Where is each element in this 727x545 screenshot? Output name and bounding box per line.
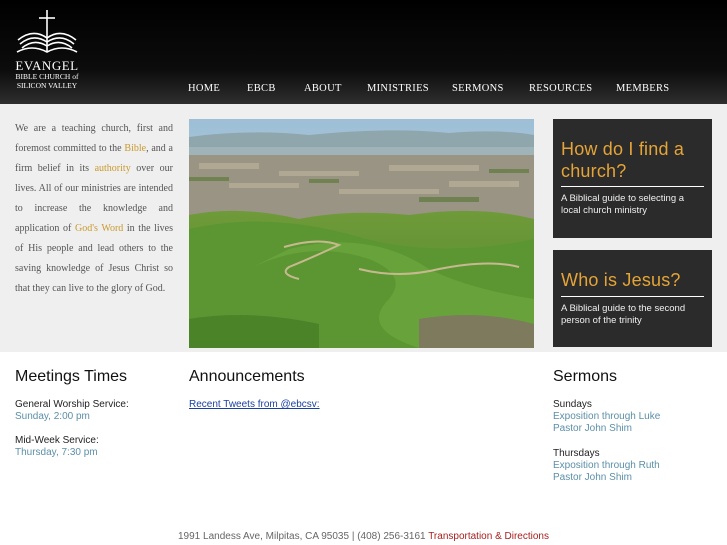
promo-title: How do I find a church? <box>561 139 685 181</box>
promo-who-is-jesus[interactable]: Who is Jesus? A Biblical guide to the se… <box>553 250 712 347</box>
mission-statement: We are a teaching church, first and fore… <box>15 119 173 299</box>
general-service-time: Sunday, 2:00 pm <box>15 411 90 422</box>
sermon-ruth-link[interactable]: Exposition through Ruth <box>553 460 660 473</box>
promo-divider <box>561 296 704 297</box>
general-service-label: General Worship Service: <box>15 399 129 410</box>
promo-title: Who is Jesus? <box>561 270 681 290</box>
sermon-thursday-label: Thursdays <box>553 448 600 459</box>
midweek-service-time: Thursday, 7:30 pm <box>15 447 98 458</box>
sermon-sunday-label: Sundays <box>553 399 592 410</box>
nav-resources[interactable]: RESOURCES <box>529 83 592 94</box>
nav-sermons[interactable]: SERMONS <box>452 83 504 94</box>
promo-find-church[interactable]: How do I find a church? A Biblical guide… <box>553 119 712 238</box>
recent-tweets-link[interactable]: Recent Tweets from @ebcsv: <box>189 399 320 412</box>
nav-ebcb[interactable]: EBCB <box>247 83 276 94</box>
promo-divider <box>561 186 704 187</box>
site-header: EVANGEL BIBLE CHURCH of SILICON VALLEY H… <box>0 0 727 104</box>
bible-link[interactable]: Bible <box>124 143 146 154</box>
gods-word-link[interactable]: God's Word <box>75 223 123 234</box>
midweek-service-label: Mid-Week Service: <box>15 435 99 446</box>
sermons-title: Sermons <box>553 368 618 385</box>
footer-address: 1991 Landess Ave, Milpitas, CA 95035 | (… <box>178 531 429 542</box>
sermon-thursday-pastor: Pastor John Shim <box>553 472 632 483</box>
promo-description: A Biblical guide to the second person of… <box>561 303 686 326</box>
nav-home[interactable]: HOME <box>188 83 220 94</box>
logo-subtitle-1: BIBLE CHURCH of <box>15 72 79 81</box>
nav-about[interactable]: ABOUT <box>304 83 342 94</box>
directions-link[interactable]: Transportation & Directions <box>428 531 549 542</box>
site-footer: 1991 Landess Ave, Milpitas, CA 95035 | (… <box>0 531 727 542</box>
logo-name: EVANGEL <box>15 58 79 73</box>
hero-landscape-image <box>189 119 534 348</box>
authority-link[interactable]: authority <box>95 163 131 174</box>
nav-ministries[interactable]: MINISTRIES <box>367 83 429 94</box>
meetings-title: Meetings Times <box>15 368 128 385</box>
cross-bible-icon <box>16 10 78 53</box>
announcements-title: Announcements <box>189 368 305 385</box>
sermon-luke-link[interactable]: Exposition through Luke <box>553 411 660 424</box>
main-nav: HOME EBCB ABOUT MINISTRIES SERMONS RESOU… <box>0 83 727 97</box>
sermon-sunday-pastor: Pastor John Shim <box>553 423 632 434</box>
promo-description: A Biblical guide to selecting a local ch… <box>561 193 685 216</box>
church-logo[interactable]: EVANGEL BIBLE CHURCH of SILICON VALLEY <box>12 8 82 90</box>
nav-members[interactable]: MEMBERS <box>616 83 669 94</box>
